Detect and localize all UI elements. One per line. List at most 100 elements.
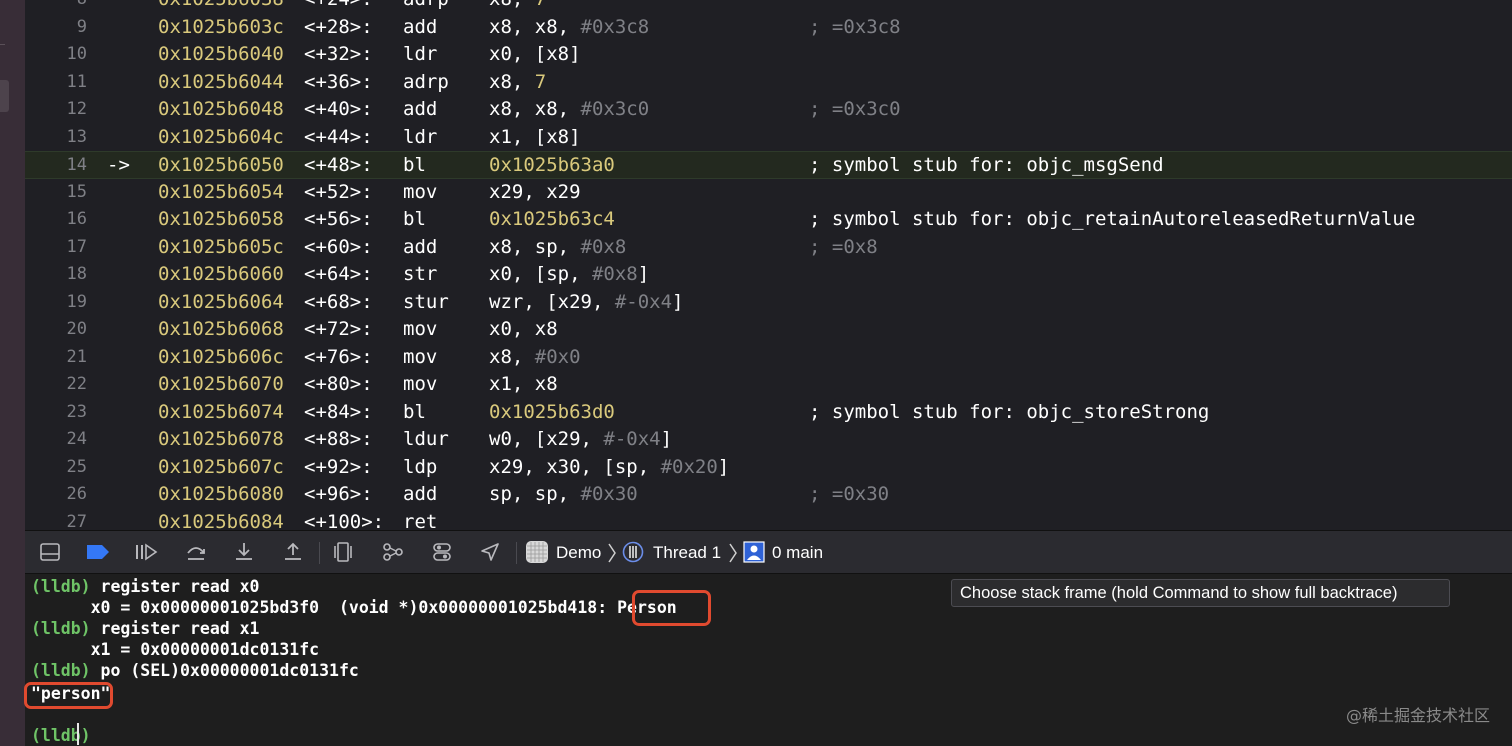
- operand-token: 0x1025b63d0: [489, 400, 615, 423]
- instruction-row[interactable]: 17 0x1025b605c <+60>: add x8, sp, #0x8 ; =0x8: [25, 234, 1512, 262]
- instruction-row[interactable]: 27 0x1025b6084 <+100>: ret: [25, 509, 1512, 531]
- operand-token: #0x20: [660, 455, 718, 478]
- instruction-address: 0x1025b6064: [158, 290, 284, 313]
- instruction-operands: x1, [x8]: [489, 124, 581, 152]
- text-cursor: [77, 723, 79, 745]
- instruction-row[interactable]: 12 0x1025b6048 <+40>: add x8, x8, #0x3c0 ; =0…: [25, 96, 1512, 124]
- instruction-row[interactable]: 15 0x1025b6054 <+52>: mov x29, x29: [25, 179, 1512, 207]
- instruction-operands: x8, x8, #0x3c8: [489, 14, 649, 42]
- instruction-row[interactable]: 8 0x1025b6038 <+24>: adrp x8, 7: [25, 0, 1512, 14]
- instruction-row[interactable]: 23 0x1025b6074 <+84>: bl 0x1025b63d0 ; symbol…: [25, 399, 1512, 427]
- instruction-offset: <+92>:: [304, 455, 373, 478]
- instruction-operands: x0, [x8]: [489, 41, 581, 69]
- instruction-operands: 0x1025b63d0: [489, 399, 615, 427]
- highlight-box-person-selector: [24, 682, 113, 709]
- instruction-row[interactable]: 22 0x1025b6070 <+80>: mov x1, x8: [25, 371, 1512, 399]
- instruction-offset: <+96>:: [304, 483, 373, 505]
- instruction-comment: ; symbol stub for: objc_retainAutoreleas…: [809, 208, 1416, 230]
- instruction-operands: x0, [sp, #0x8]: [489, 261, 649, 289]
- current-instruction-row[interactable]: 14 -> 0x1025b6050 <+48>: bl 0x1025b63a0 ; symb…: [25, 151, 1512, 179]
- operand-token: #0x0: [534, 345, 581, 368]
- instruction-row[interactable]: 25 0x1025b607c <+92>: ldp x29, x30, [sp, #0x…: [25, 454, 1512, 482]
- step-into-icon[interactable]: [231, 540, 257, 564]
- instruction-mnemonic: mov: [403, 373, 438, 395]
- thread-icon: [620, 540, 646, 564]
- operand-token: ]: [672, 290, 684, 313]
- instruction-mnemonic: mov: [403, 180, 438, 203]
- instruction-row[interactable]: 11 0x1025b6044 <+36>: adrp x8, 7: [25, 69, 1512, 97]
- instruction-offset: <+88>:: [304, 428, 373, 450]
- instruction-offset: <+52>:: [304, 180, 373, 203]
- memory-graph-icon[interactable]: [380, 540, 406, 564]
- instruction-address: 0x1025b6048: [158, 98, 284, 120]
- console-text: x1 = 0x00000001dc0131fc: [31, 640, 320, 659]
- instruction-comment: ; =0x3c8: [809, 15, 901, 38]
- crumb-frame[interactable]: 0 main: [772, 531, 823, 575]
- instruction-address: 0x1025b6038: [158, 0, 284, 14]
- instruction-address: 0x1025b6074: [158, 400, 284, 423]
- operand-token: #0x8: [580, 235, 627, 258]
- crumb-target[interactable]: Demo: [556, 531, 601, 575]
- instruction-address: 0x1025b6080: [158, 483, 284, 505]
- instruction-operands: sp, sp, #0x30: [489, 481, 638, 509]
- instruction-operands: 0x1025b63a0: [489, 152, 615, 180]
- app-icon: [524, 540, 550, 564]
- sidebar-handle[interactable]: [0, 80, 9, 112]
- instruction-address: 0x1025b6044: [158, 70, 284, 93]
- operand-token: x29, x30, [sp,: [489, 455, 661, 478]
- instruction-row[interactable]: 24 0x1025b6078 <+88>: ldur w0, [x29, #-0x4]: [25, 426, 1512, 454]
- instruction-offset: <+40>:: [304, 98, 373, 120]
- simulate-location-icon[interactable]: [477, 540, 503, 564]
- step-over-icon[interactable]: [183, 540, 209, 564]
- instruction-row[interactable]: 26 0x1025b6080 <+96>: add sp, sp, #0x30 ; =0x…: [25, 481, 1512, 509]
- debug-bar: Demo Thread 1 0 main: [25, 530, 1512, 574]
- instruction-mnemonic: adrp: [403, 70, 449, 93]
- operand-token: sp, sp,: [489, 483, 581, 505]
- operand-token: x1, x8: [489, 373, 558, 395]
- instruction-offset: <+60>:: [304, 235, 373, 258]
- instruction-operands: x0, x8: [489, 316, 558, 344]
- stack-frame-tooltip: Choose stack frame (hold Command to show…: [951, 579, 1450, 607]
- console-line: (lldb) po (SEL)0x00000001dc0131fc: [31, 660, 359, 681]
- operand-token: #-0x4: [614, 290, 673, 313]
- hide-debug-area-icon[interactable]: [37, 540, 63, 564]
- environment-overrides-icon[interactable]: [429, 540, 455, 564]
- breakpoints-toggle-icon[interactable]: [85, 540, 111, 564]
- view-hierarchy-icon[interactable]: [330, 540, 356, 564]
- instruction-operands: x8, x8, #0x3c0: [489, 96, 649, 124]
- console-line: (lldb) register read x1: [31, 618, 260, 639]
- operand-token: x8,: [489, 345, 535, 368]
- instruction-offset: <+72>:: [304, 318, 373, 340]
- console-text: po (SEL)0x00000001dc0131fc: [90, 661, 359, 680]
- line-number: 26: [66, 484, 87, 504]
- highlight-box-person-class: [632, 590, 711, 626]
- instruction-row[interactable]: 16 0x1025b6058 <+56>: bl 0x1025b63c4 ; symbol…: [25, 206, 1512, 234]
- operand-token: x8,: [489, 0, 535, 10]
- instruction-operands: 0x1025b63c4: [489, 206, 615, 234]
- instruction-offset: <+44>:: [304, 125, 373, 148]
- instruction-row[interactable]: 21 0x1025b606c <+76>: mov x8, #0x0: [25, 344, 1512, 372]
- instruction-row[interactable]: 13 0x1025b604c <+44>: ldr x1, [x8]: [25, 124, 1512, 152]
- console-line: x1 = 0x00000001dc0131fc: [31, 639, 320, 660]
- instruction-row[interactable]: 9 0x1025b603c <+28>: add x8, x8, #0x3c8 ; =0x…: [25, 14, 1512, 42]
- lldb-prompt: (lldb): [31, 619, 91, 638]
- instruction-row[interactable]: 20 0x1025b6068 <+72>: mov x0, x8: [25, 316, 1512, 344]
- instruction-offset: <+100>:: [304, 510, 385, 531]
- step-out-icon[interactable]: [280, 540, 306, 564]
- instruction-offset: <+76>:: [304, 345, 373, 368]
- instruction-operands: x29, x29: [489, 179, 581, 207]
- instruction-offset: <+80>:: [304, 373, 373, 395]
- instruction-comment: ; =0x3c0: [809, 98, 901, 120]
- instruction-operands: x1, x8: [489, 371, 558, 399]
- line-number: 21: [66, 346, 87, 367]
- instruction-row[interactable]: 19 0x1025b6064 <+68>: stur wzr, [x29, #-0x4]: [25, 289, 1512, 317]
- instruction-offset: <+28>:: [304, 15, 373, 38]
- chevron-right-icon: [729, 543, 737, 563]
- disassembly-view[interactable]: 8 0x1025b6038 <+24>: adrp x8, 7 9 0x1025b603c <…: [25, 0, 1512, 530]
- instruction-mnemonic: add: [403, 98, 438, 120]
- crumb-thread[interactable]: Thread 1: [653, 531, 721, 575]
- continue-icon[interactable]: [133, 540, 159, 564]
- instruction-row[interactable]: 10 0x1025b6040 <+32>: ldr x0, [x8]: [25, 41, 1512, 69]
- instruction-row[interactable]: 18 0x1025b6060 <+64>: str x0, [sp, #0x8]: [25, 261, 1512, 289]
